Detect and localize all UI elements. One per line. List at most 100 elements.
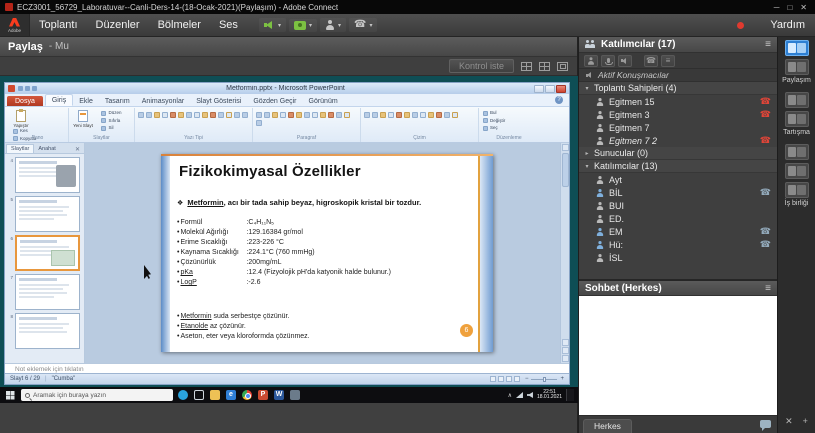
pod-menu-icon[interactable]: ≡ [765, 283, 771, 294]
attendee-row[interactable]: Egitmen 3 ☎ [579, 108, 777, 121]
slide-counter: Slayt 6 / 29 [10, 376, 40, 382]
layout-thumb[interactable] [785, 144, 809, 160]
phone-icon: ☎ [646, 56, 656, 66]
hosts-section-header[interactable]: ▾ Toplantı Sahipleri (4) [579, 82, 777, 95]
layout-thumb[interactable] [785, 59, 809, 75]
cut-button: Kes [13, 128, 50, 135]
taskbar-clock: 22:51 18.01.2021 [537, 390, 562, 401]
phone-button[interactable]: ☎ ▾ [349, 18, 377, 32]
add-icon[interactable]: + [803, 416, 808, 427]
collapse-icon[interactable]: ▾ [584, 163, 590, 170]
ribbon: Yapıştır Kes Kopyala Biçim Boyacısı Pano [5, 107, 569, 143]
expand-icon[interactable]: ▸ [584, 150, 590, 157]
menubar: Adobe Toplantı Düzenler Bölmeler Ses ▾ ▾… [0, 14, 815, 37]
chevron-down-icon[interactable]: ▾ [369, 22, 372, 29]
presenters-section-header[interactable]: ▸ Sunucular (0) [579, 147, 777, 160]
property-row: pKa:12.4 (Fizyolojik pH'da katyonik hald… [177, 268, 391, 278]
microphone-toolbar-button[interactable] [601, 55, 615, 67]
window-maximize-button[interactable]: □ [787, 3, 792, 12]
slide-title: Fizikokimyasal Özellikler [179, 163, 361, 180]
dock-label-isbirligi[interactable]: İş birliği [785, 200, 809, 208]
menu-duzenler[interactable]: Düzenler [87, 14, 149, 36]
powerpoint-taskbar-icon [258, 390, 268, 400]
pod-layout-grid-icon[interactable] [539, 62, 550, 71]
slide-top-accent [161, 154, 493, 156]
person-icon [596, 202, 604, 210]
close-icon[interactable]: ✕ [785, 416, 793, 427]
collapse-icon[interactable]: ▾ [584, 85, 590, 92]
new-slide-button: Yeni Slayt [72, 110, 94, 128]
fullscreen-icon[interactable] [557, 62, 568, 71]
chevron-down-icon[interactable]: ▾ [338, 22, 341, 29]
attendee-row[interactable]: Egitmen 7 2 ☎ [579, 134, 777, 147]
person-icon [596, 254, 604, 262]
speaker-toolbar-button[interactable] [618, 55, 632, 67]
attendee-row[interactable]: Hü: ☎ [579, 238, 777, 251]
slide-thumbnail: 7 [7, 274, 80, 310]
tab-dosya: Dosya [7, 96, 43, 106]
chat-messages-area[interactable] [579, 296, 777, 415]
powerpoint-app-icon [8, 85, 15, 92]
request-control-button[interactable]: Kontrol iste [449, 59, 514, 73]
webcam-button[interactable]: ▾ [289, 19, 317, 32]
pod-menu-icon[interactable]: ≡ [765, 39, 771, 50]
replace-button: Değiştir [483, 118, 505, 125]
person-icon [587, 57, 595, 65]
tab-gorunum: Görünüm [303, 96, 344, 106]
word-icon [274, 390, 284, 400]
attendee-row[interactable]: EM ☎ [579, 225, 777, 238]
property-row: Erime Sıcaklığı:223-226 °C [177, 238, 391, 248]
layout-thumb-active[interactable] [785, 40, 809, 56]
slide-editing-area: Fizikokimyasal Özellikler Metformin, acı… [85, 143, 569, 363]
dock-label-paylasim[interactable]: Paylaşım [782, 77, 811, 85]
chevron-down-icon[interactable]: ▾ [309, 22, 312, 29]
window-close-button[interactable]: ✕ [800, 3, 807, 12]
theme-name: "Cumba" [52, 376, 76, 382]
attendees-pod-title: Katılımcılar (17) [601, 39, 760, 50]
attendee-row[interactable]: Egitmen 15 ☎ [579, 95, 777, 108]
attendee-row[interactable]: ED. [579, 212, 777, 225]
more-options-toolbar-button[interactable]: ≡ [661, 55, 675, 67]
attendee-row[interactable]: BUI [579, 199, 777, 212]
speaker-button[interactable]: ▾ [259, 18, 286, 32]
chat-tab-everyone[interactable]: Herkes [583, 419, 632, 433]
tab-anahat: Anahat [34, 145, 59, 153]
attendee-status-toolbar-button[interactable] [584, 55, 598, 67]
menu-toplanti[interactable]: Toplantı [30, 14, 87, 36]
layout-thumb[interactable] [785, 163, 809, 179]
chevron-down-icon[interactable]: ▾ [278, 22, 281, 29]
next-slide-icon [562, 347, 569, 354]
menu-bolmeler[interactable]: Bölmeler [149, 14, 210, 36]
layout-thumb[interactable] [785, 182, 809, 198]
property-row: LogP:-2.6 [177, 278, 391, 288]
attendee-row[interactable]: Egitmen 7 [579, 121, 777, 134]
powerpoint-workspace: Slaytlar Anahat ✕ 4 [5, 143, 569, 363]
scroll-down-icon [562, 355, 569, 362]
attendee-row[interactable]: İSL [579, 251, 777, 264]
chat-bubble-icon[interactable] [760, 420, 771, 428]
view-buttons [490, 376, 520, 382]
attendee-status-button[interactable]: ▾ [320, 18, 346, 32]
layout-dock: Paylaşım Tartışma İş birliği ✕ + [777, 37, 815, 433]
find-button: Bul [483, 110, 505, 117]
chat-pod-title: Sohbet (Herkes) [585, 283, 760, 294]
layout-thumb[interactable] [785, 111, 809, 127]
ribbon-tab-bar: Dosya Giriş Ekle Tasarım Animasyonlar Sl… [5, 94, 569, 107]
shared-screen-region[interactable]: Metformin.pptx - Microsoft PowerPoint Do… [0, 76, 577, 433]
window-minimize-button[interactable]: ─ [774, 3, 780, 12]
chat-pod-header: Sohbet (Herkes) ≡ [579, 281, 777, 296]
help-menu[interactable]: Yardım [770, 19, 805, 31]
webcam-icon [294, 21, 306, 30]
dock-label-tartisma[interactable]: Tartışma [783, 129, 810, 137]
participants-section-header[interactable]: ▾ Katılımcılar (13) [579, 160, 777, 173]
tab-ekle: Ekle [73, 96, 99, 106]
phone-toolbar-button[interactable]: ☎ [644, 55, 658, 67]
share-pod: Paylaş - Mu Kontrol iste Metfo [0, 37, 578, 433]
reset-button: Sıfırla [101, 118, 121, 125]
layout-thumb[interactable] [785, 92, 809, 108]
start-icon [4, 389, 16, 401]
menu-ses[interactable]: Ses [210, 14, 247, 36]
attendee-row[interactable]: Ayt [579, 173, 777, 186]
attendee-row[interactable]: BİL ☎ [579, 186, 777, 199]
pod-view-grid-icon[interactable] [521, 62, 532, 71]
